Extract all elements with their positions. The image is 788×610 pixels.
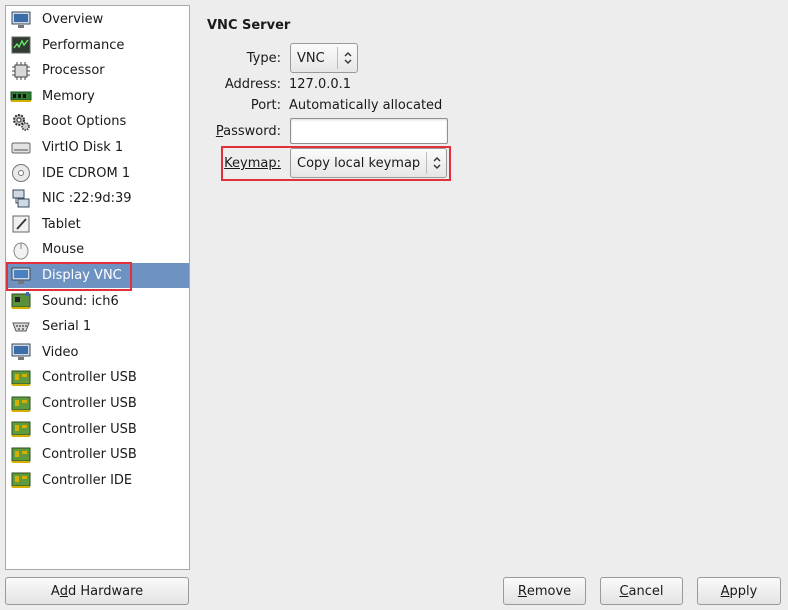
- cancel-mnemonic: C: [619, 583, 629, 599]
- sidebar-item-controller-ide[interactable]: Controller IDE: [6, 468, 189, 493]
- controller-card-icon: [10, 470, 32, 491]
- section-title: VNC Server: [207, 18, 291, 33]
- sidebar-item-sound-ich6[interactable]: Sound: ich6: [6, 289, 189, 314]
- sidebar-item-label: Performance: [42, 37, 125, 53]
- controller-card-icon: [10, 367, 32, 388]
- remove-label: emove: [526, 583, 572, 599]
- address-value: 127.0.0.1: [289, 77, 352, 92]
- sidebar-item-label: Sound: ich6: [42, 293, 119, 309]
- updown-arrows-icon: [337, 47, 357, 69]
- sidebar-item-label: Controller USB: [42, 396, 137, 411]
- sidebar-item-controller-usb[interactable]: Controller USB: [6, 417, 189, 442]
- sidebar-item-label: Overview: [42, 12, 104, 27]
- sidebar-item-label: Processor: [42, 63, 105, 79]
- video-monitor-icon: [10, 342, 32, 363]
- port-label: Port:: [250, 98, 281, 113]
- password-label: Password:: [201, 124, 281, 139]
- cancel-button[interactable]: Cancel: [600, 577, 683, 605]
- apply-label: pply: [729, 583, 758, 599]
- sidebar-item-label: Display VNC: [42, 268, 122, 283]
- sidebar-item-label: Controller USB: [42, 370, 137, 386]
- sidebar-item-serial-1[interactable]: Serial 1: [6, 314, 189, 339]
- sidebar-item-tablet[interactable]: Tablet: [6, 212, 189, 237]
- apply-mnemonic: A: [720, 583, 730, 599]
- monitor-icon: [10, 9, 32, 30]
- sidebar-item-label: Memory: [42, 88, 95, 104]
- sound-card-icon: [10, 291, 32, 312]
- keymap-combo[interactable]: Copy local keymap: [290, 148, 447, 178]
- sidebar-item-virtio-disk-1[interactable]: VirtIO Disk 1: [6, 135, 189, 160]
- sidebar-item-label: Controller IDE: [42, 472, 133, 488]
- sidebar-item-nic-22-9d-39[interactable]: NIC :22:9d:39: [6, 186, 189, 211]
- sidebar-item-label: IDE CDROM 1: [42, 165, 131, 181]
- sidebar-item-label: NIC :22:9d:39: [42, 191, 132, 207]
- sidebar-item-label: Serial 1: [42, 319, 92, 335]
- sidebar-item-controller-usb[interactable]: Controller USB: [6, 365, 189, 390]
- keymap-value: Copy local keymap: [297, 155, 421, 171]
- sidebar-item-performance[interactable]: Performance: [6, 33, 189, 58]
- processor-chip-icon: [10, 60, 32, 81]
- cdrom-icon: [10, 163, 32, 184]
- gears-icon: [10, 111, 32, 132]
- sidebar-item-label: Boot Options: [42, 114, 127, 130]
- serial-port-icon: [10, 316, 32, 337]
- network-icon: [10, 188, 32, 209]
- sidebar-item-label: Controller USB: [42, 421, 137, 437]
- sidebar-item-label: Video: [42, 344, 79, 360]
- sidebar-item-display-vnc[interactable]: Display VNC: [6, 263, 189, 288]
- sidebar-item-memory[interactable]: Memory: [6, 84, 189, 109]
- password-field[interactable]: [290, 118, 448, 144]
- tablet-icon: [10, 214, 32, 235]
- sidebar-item-label: VirtIO Disk 1: [42, 140, 124, 155]
- add-hardware-label-pre: A: [50, 583, 60, 599]
- controller-card-icon: [10, 444, 32, 465]
- sidebar-item-controller-usb[interactable]: Controller USB: [6, 391, 189, 416]
- cancel-label: ancel: [628, 583, 664, 599]
- sidebar-item-label: Mouse: [42, 242, 85, 258]
- sidebar-item-ide-cdrom-1[interactable]: IDE CDROM 1: [6, 161, 189, 186]
- add-hardware-mnemonic: d: [59, 583, 68, 599]
- add-hardware-label-post: d Hardware: [68, 583, 144, 599]
- memory-module-icon: [10, 86, 32, 107]
- updown-arrows-icon: [426, 152, 446, 174]
- remove-mnemonic: R: [517, 583, 527, 599]
- keymap-label: Keymap:: [201, 156, 281, 171]
- type-label: Type:: [246, 51, 281, 66]
- add-hardware-button[interactable]: Add Hardware: [5, 577, 189, 605]
- controller-card-icon: [10, 419, 32, 440]
- type-value: VNC: [297, 50, 325, 66]
- hard-disk-icon: [10, 137, 32, 158]
- apply-button[interactable]: Apply: [697, 577, 781, 605]
- sidebar-item-label: Controller USB: [42, 447, 137, 463]
- sidebar-item-controller-usb[interactable]: Controller USB: [6, 442, 189, 467]
- sidebar-item-mouse[interactable]: Mouse: [6, 237, 189, 262]
- sidebar-item-label: Tablet: [42, 216, 81, 232]
- hardware-list[interactable]: Overview Performance Processor Memory Boot O…: [5, 5, 190, 570]
- password-label-text: Password:: [215, 124, 281, 139]
- sidebar-item-video[interactable]: Video: [6, 340, 189, 365]
- performance-chart-icon: [10, 35, 32, 56]
- address-label: Address:: [224, 77, 281, 92]
- sidebar-item-boot-options[interactable]: Boot Options: [6, 109, 189, 134]
- mouse-icon: [10, 239, 32, 260]
- sidebar-item-overview[interactable]: Overview: [6, 7, 189, 32]
- sidebar-item-processor[interactable]: Processor: [6, 58, 189, 83]
- keymap-label-text: Keymap:: [224, 156, 281, 171]
- port-value: Automatically allocated: [289, 98, 443, 113]
- display-icon: [10, 265, 32, 286]
- type-combo[interactable]: VNC: [290, 43, 358, 73]
- controller-card-icon: [10, 393, 32, 414]
- remove-button[interactable]: Remove: [503, 577, 586, 605]
